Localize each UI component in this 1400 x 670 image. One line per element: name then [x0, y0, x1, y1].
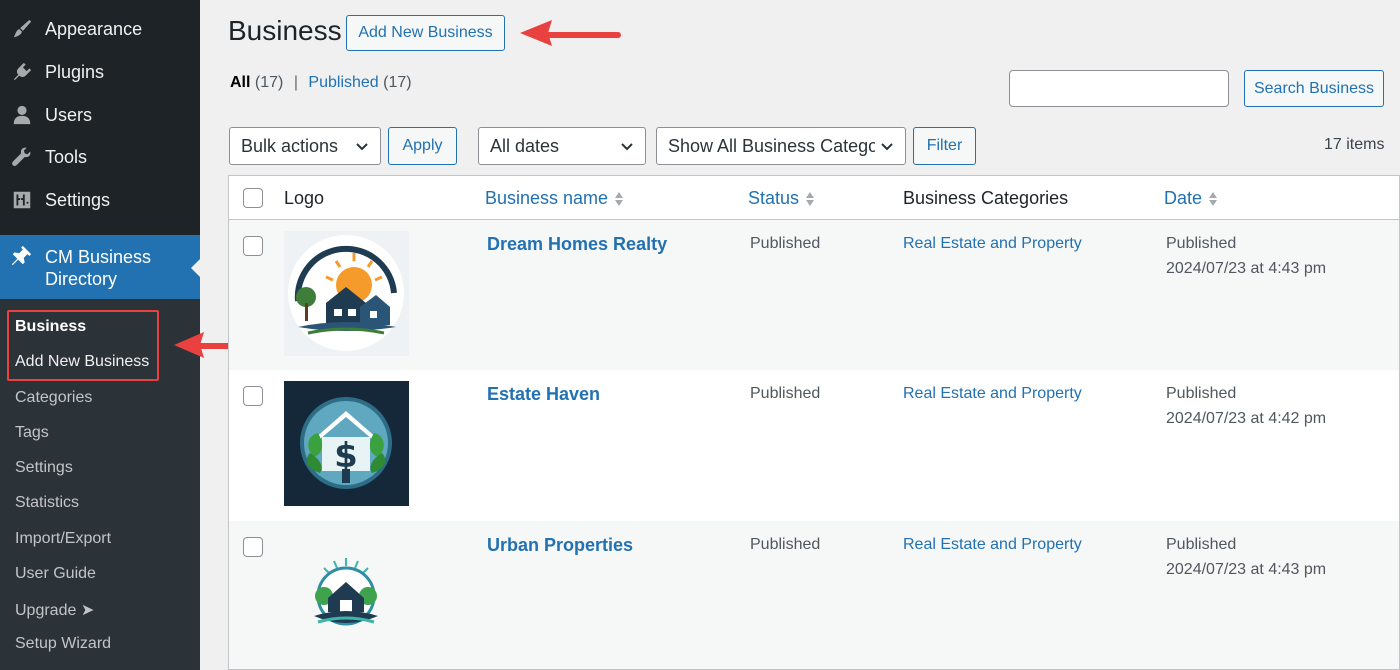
date-value: 2024/07/23 at 4:42 pm: [1166, 410, 1327, 427]
category-link[interactable]: Real Estate and Property: [903, 536, 1082, 554]
sort-icon: [805, 191, 815, 207]
column-label: Status: [748, 188, 800, 208]
submenu-item-categories[interactable]: Categories: [15, 389, 92, 407]
select-all-checkbox[interactable]: [243, 188, 263, 208]
business-logo-image[interactable]: [284, 231, 409, 356]
date-status-text: Published: [1166, 385, 1237, 402]
column-business-categories: Business Categories: [903, 188, 1069, 208]
bulk-actions-value: Bulk actions: [241, 135, 339, 156]
submenu-item-upgrade[interactable]: Upgrade ➤: [15, 600, 94, 620]
submenu-item-settings[interactable]: Settings: [15, 459, 73, 477]
category-link[interactable]: Real Estate and Property: [903, 235, 1082, 253]
business-logo-image[interactable]: $: [284, 381, 409, 506]
sidebar-item-settings[interactable]: Settings: [0, 179, 200, 221]
row-checkbox[interactable]: [243, 386, 263, 406]
view-all-link[interactable]: All: [230, 74, 250, 91]
business-name-link[interactable]: Urban Properties: [487, 535, 633, 556]
apply-button[interactable]: Apply: [388, 127, 457, 165]
wrench-icon: [10, 145, 34, 169]
business-logo-image[interactable]: [284, 532, 409, 657]
category-filter-select[interactable]: Show All Business Categori: [656, 127, 906, 165]
date-value: 2024/07/23 at 4:43 pm: [1166, 260, 1327, 277]
sort-icon: [614, 191, 624, 207]
annotation-arrow-header: [520, 20, 621, 46]
view-published-link[interactable]: Published: [308, 74, 378, 91]
table-header: Logo Business name Status Business Categ…: [229, 176, 1399, 220]
business-name-link[interactable]: Estate Haven: [487, 384, 600, 405]
highlight-box: [7, 310, 159, 381]
business-name-link[interactable]: Dream Homes Realty: [487, 234, 667, 255]
sidebar-item-cm-business-directory[interactable]: CM Business Directory: [0, 235, 200, 299]
chevron-down-icon: [354, 138, 370, 154]
submenu-item-user-guide[interactable]: User Guide: [15, 565, 96, 583]
column-date[interactable]: Date: [1164, 188, 1218, 209]
items-count: 17 items: [1324, 136, 1385, 153]
submenu-item-import-export[interactable]: Import/Export: [15, 530, 111, 548]
column-status[interactable]: Status: [748, 188, 815, 209]
status-text: Published: [750, 235, 821, 252]
sidebar-item-label: Plugins: [45, 61, 105, 82]
date-status-text: Published: [1166, 536, 1237, 553]
table-row: Dream Homes Realty Published Real Estate…: [229, 220, 1399, 370]
filter-button[interactable]: Filter: [913, 127, 976, 165]
sidebar-item-label: Tools: [45, 146, 88, 167]
sidebar-item-label: Appearance: [45, 18, 143, 39]
pushpin-icon: [10, 245, 34, 269]
view-all-count: (17): [254, 74, 284, 91]
submenu-item-statistics[interactable]: Statistics: [15, 494, 79, 512]
submenu-item-tags[interactable]: Tags: [15, 424, 49, 442]
sort-icon: [1208, 191, 1218, 207]
current-menu-indicator: [191, 259, 200, 277]
view-published-count: (17): [383, 74, 412, 91]
date-status-text: Published: [1166, 235, 1237, 252]
chevron-down-icon: [879, 138, 895, 154]
sidebar-item-label: Users: [45, 104, 93, 125]
sidebar-item-label: Settings: [45, 189, 111, 210]
search-input[interactable]: [1009, 70, 1229, 107]
column-label: Business name: [485, 188, 609, 208]
date-value: 2024/07/23 at 4:43 pm: [1166, 561, 1327, 578]
row-checkbox[interactable]: [243, 236, 263, 256]
business-table: Logo Business name Status Business Categ…: [228, 175, 1400, 670]
dates-filter-value: All dates: [490, 135, 560, 156]
column-logo: Logo: [284, 188, 325, 208]
column-label: Date: [1164, 188, 1203, 208]
settings-sliders-icon: [10, 188, 34, 212]
column-business-name[interactable]: Business name: [485, 188, 624, 209]
bulk-actions-select[interactable]: Bulk actions: [229, 127, 381, 165]
dates-filter-select[interactable]: All dates: [478, 127, 646, 165]
plugin-icon: [10, 60, 34, 84]
status-text: Published: [750, 385, 821, 402]
submenu-item-setup-wizard[interactable]: Setup Wizard: [15, 635, 111, 653]
sidebar-item-plugins[interactable]: Plugins: [0, 51, 200, 93]
chevron-down-icon: [619, 138, 635, 154]
page-title: Business: [228, 15, 342, 46]
row-checkbox[interactable]: [243, 537, 263, 557]
search-business-button[interactable]: Search Business: [1244, 70, 1384, 107]
status-text: Published: [750, 536, 821, 553]
category-filter-value: Show All Business Categori: [668, 135, 875, 156]
status-views: All (17) | Published (17): [230, 74, 412, 92]
sidebar-item-label: CM Business Directory: [45, 247, 152, 289]
category-link[interactable]: Real Estate and Property: [903, 385, 1082, 403]
view-separator: |: [293, 74, 298, 91]
table-row: $ Estate Haven Published Real Estate and…: [229, 370, 1399, 520]
user-icon: [10, 103, 34, 127]
paintbrush-icon: [10, 17, 34, 41]
sidebar-item-appearance[interactable]: Appearance: [0, 8, 200, 50]
table-row: Urban Properties Published Real Estate a…: [229, 521, 1399, 669]
add-new-business-button[interactable]: Add New Business: [346, 15, 505, 51]
sidebar-item-users[interactable]: Users: [0, 94, 200, 136]
sidebar-item-tools[interactable]: Tools: [0, 136, 200, 178]
